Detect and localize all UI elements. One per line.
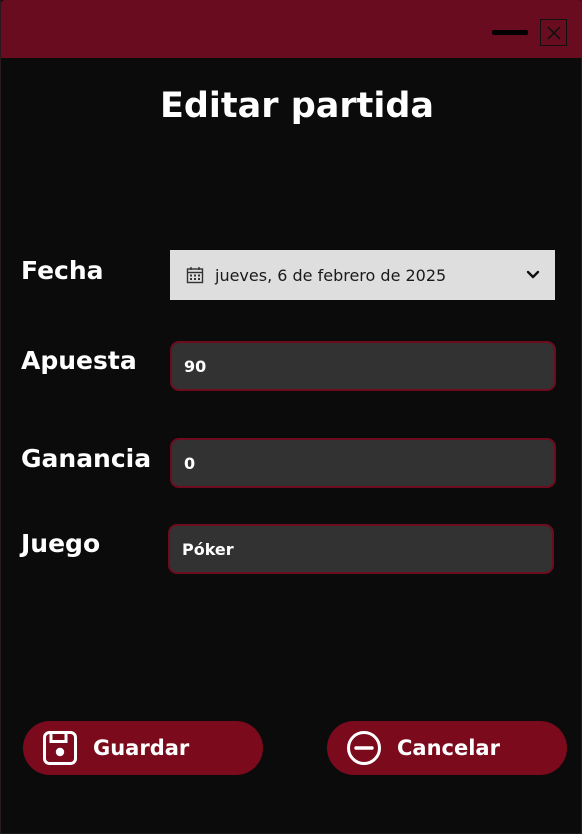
- cancel-button-label: Cancelar: [397, 736, 500, 760]
- page-title: Editar partida: [159, 86, 435, 126]
- save-button[interactable]: Guardar: [23, 721, 263, 775]
- close-button[interactable]: [540, 19, 567, 46]
- title-bar[interactable]: [1, 0, 582, 58]
- save-button-label: Guardar: [93, 736, 190, 760]
- juego-label: Juego: [21, 529, 101, 558]
- fecha-label: Fecha: [21, 256, 104, 285]
- close-icon: [546, 25, 561, 40]
- edit-game-window: Editar partida Fecha jueves, 6 de febrer…: [0, 0, 582, 834]
- ganancia-input[interactable]: [170, 438, 556, 488]
- fecha-datepicker[interactable]: jueves, 6 de febrero de 2025: [170, 250, 555, 300]
- fecha-value: jueves, 6 de febrero de 2025: [215, 265, 447, 285]
- calendar-icon: [185, 265, 205, 285]
- apuesta-label: Apuesta: [21, 346, 137, 375]
- chevron-down-icon[interactable]: [525, 267, 541, 283]
- ganancia-label: Ganancia: [21, 444, 152, 473]
- juego-input[interactable]: [168, 524, 554, 574]
- apuesta-input[interactable]: [170, 341, 556, 391]
- minimize-icon: [492, 29, 528, 35]
- minimize-button[interactable]: [491, 20, 529, 44]
- cancel-button[interactable]: Cancelar: [327, 721, 567, 775]
- minus-circle-icon: [345, 729, 383, 767]
- floppy-disk-icon: [41, 729, 79, 767]
